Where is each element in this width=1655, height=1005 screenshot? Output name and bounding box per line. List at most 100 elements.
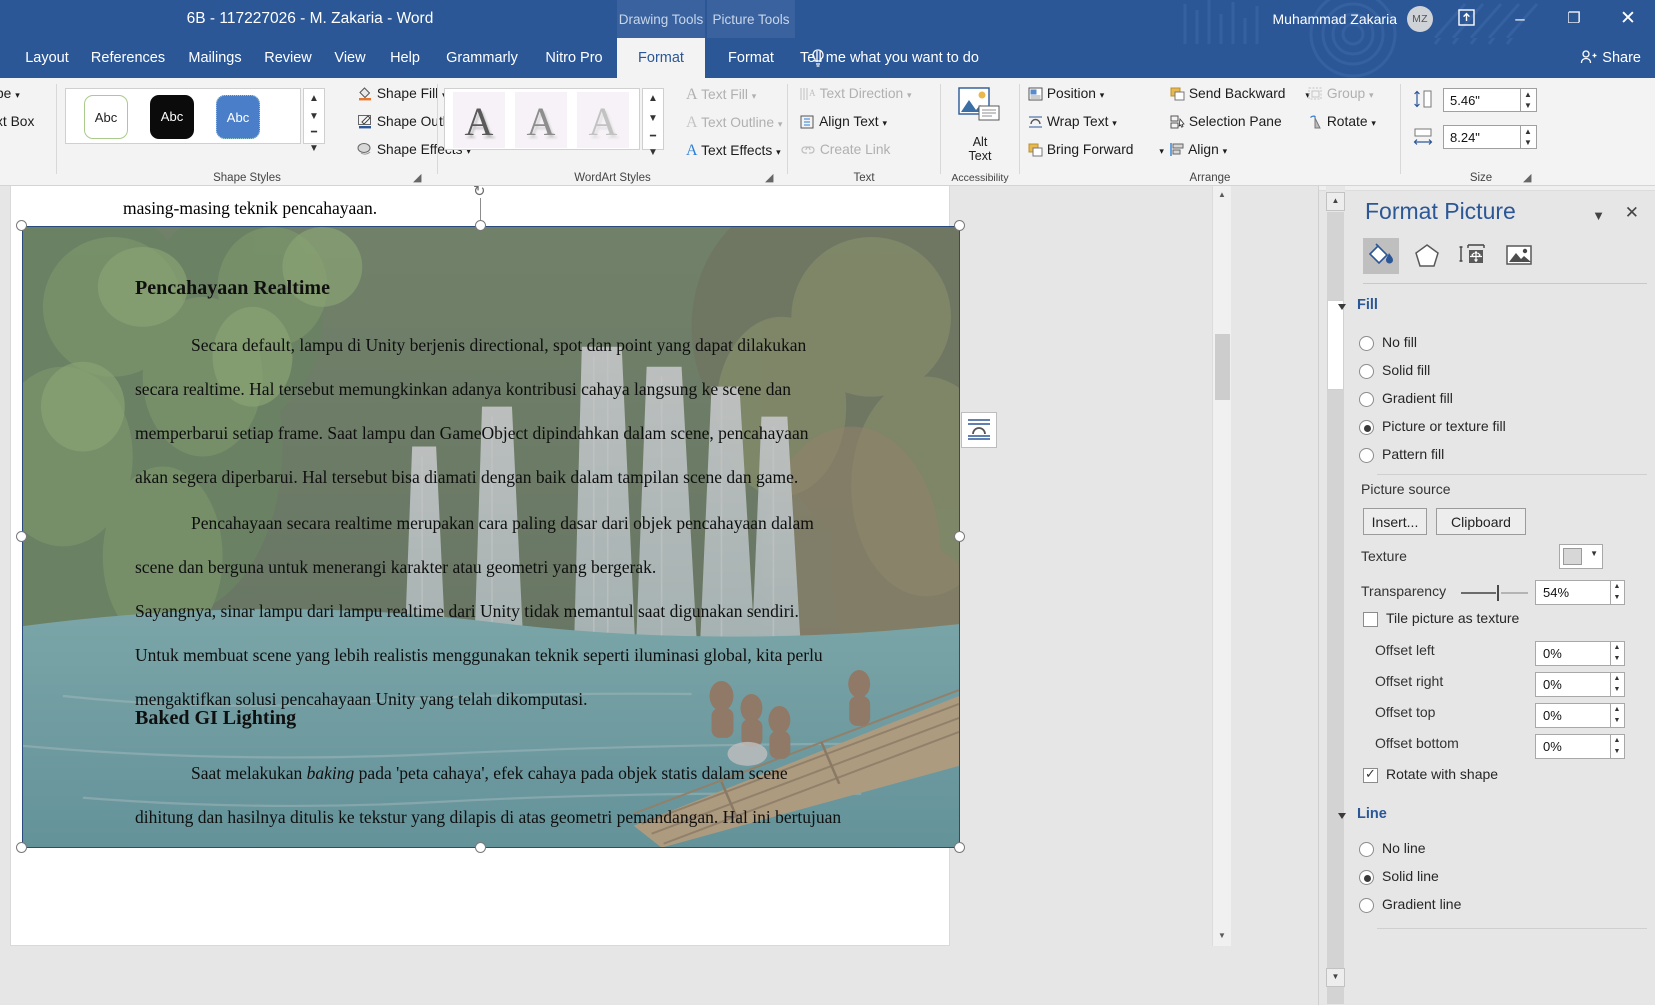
resize-handle-bottom-right[interactable] <box>954 842 965 853</box>
shape-style-tile-2[interactable]: Abc <box>150 95 194 139</box>
wordart-dialog-launcher[interactable]: ◢ <box>765 171 777 183</box>
radio-pattern-fill-control[interactable] <box>1359 448 1374 463</box>
user-name[interactable]: Muhammad Zakaria <box>1273 0 1398 38</box>
wordart-scroll-up-icon[interactable]: ▲ <box>643 89 663 110</box>
wordart-tile-2[interactable]: A <box>515 92 567 148</box>
texture-chevron-down-icon[interactable]: ▼ <box>1590 549 1598 558</box>
pane-tab-effects[interactable] <box>1409 238 1445 274</box>
document-page[interactable]: masing-masing teknik pencahayaan. <box>10 186 950 946</box>
pane-scroll-thumb[interactable] <box>1327 300 1344 390</box>
wordart-styles-gallery[interactable]: A A A <box>444 88 640 150</box>
contextual-tab-picture-tools[interactable]: Picture Tools <box>707 0 795 38</box>
wordart-gallery-scroll[interactable]: ▲ ▼ ━▼ <box>642 88 664 150</box>
scroll-down-button[interactable]: ▼ <box>1213 927 1231 946</box>
tab-format-picture[interactable]: Format <box>707 38 795 78</box>
scroll-up-button[interactable]: ▲ <box>1213 186 1231 205</box>
tab-format-drawing[interactable]: Format <box>617 38 705 78</box>
layout-options-button[interactable] <box>961 412 997 448</box>
offset-left-input[interactable]: 0% <box>1535 641 1611 666</box>
pane-tab-layout-properties[interactable] <box>1455 238 1491 274</box>
offset-bottom-input[interactable]: 0% <box>1535 734 1611 759</box>
transparency-stepper[interactable]: ▲▼ <box>1611 580 1625 605</box>
align-text-button[interactable]: Align Text ▾ <box>800 114 887 129</box>
offset-top-input[interactable]: 0% <box>1535 703 1611 728</box>
wordart-scroll-down-icon[interactable]: ▼ <box>643 109 663 130</box>
position-button[interactable]: Position ▾ <box>1028 86 1104 101</box>
tab-layout[interactable]: Layout <box>14 38 80 78</box>
tab-mailings[interactable]: Mailings <box>176 38 254 78</box>
shape-style-tile-3[interactable]: Abc <box>216 95 260 139</box>
resize-handle-bottom-left[interactable] <box>16 842 27 853</box>
fill-section-toggle-icon[interactable] <box>1338 304 1346 310</box>
clipboard-button[interactable]: Clipboard <box>1436 508 1526 535</box>
shape-styles-gallery[interactable]: Abc Abc Abc <box>65 88 301 144</box>
align-button[interactable]: Align ▾ <box>1170 142 1227 157</box>
tile-picture-checkbox[interactable] <box>1363 612 1378 627</box>
ribbon-display-options-icon[interactable] <box>1443 0 1489 38</box>
radio-no-fill-control[interactable] <box>1359 336 1374 351</box>
selection-pane-button[interactable]: Selection Pane <box>1170 114 1282 129</box>
pane-tab-picture[interactable] <box>1501 238 1537 274</box>
size-dialog-launcher[interactable]: ◢ <box>1523 171 1535 183</box>
tab-references[interactable]: References <box>80 38 176 78</box>
offset-right-stepper[interactable]: ▲▼ <box>1611 672 1625 697</box>
pane-close-button[interactable]: ✕ <box>1625 203 1639 223</box>
tell-me-search[interactable]: Tell me what you want to do <box>800 38 979 78</box>
transparency-input[interactable]: 54% <box>1535 580 1611 605</box>
group-button[interactable]: Group ▾ <box>1308 86 1374 101</box>
shape-styles-dialog-launcher[interactable]: ◢ <box>413 171 425 183</box>
transparency-slider-thumb[interactable] <box>1497 585 1499 601</box>
resize-handle-bottom-center[interactable] <box>475 842 486 853</box>
pane-scroll-down-button[interactable]: ▼ <box>1326 968 1345 987</box>
shape-fill-button[interactable]: Shape Fill ▾ <box>357 86 447 101</box>
alt-text-button[interactable]: Alt Text <box>957 86 1003 163</box>
send-backward-button[interactable]: Send Backward ▾ <box>1170 86 1310 101</box>
contextual-tab-drawing-tools[interactable]: Drawing Tools <box>617 0 705 38</box>
shape-style-tile-1[interactable]: Abc <box>84 95 128 139</box>
wordart-tile-3[interactable]: A <box>577 92 629 148</box>
pane-scroll-up-button[interactable]: ▲ <box>1326 192 1345 211</box>
radio-no-line-control[interactable] <box>1359 842 1374 857</box>
text-direction-button[interactable]: A Text Direction ▾ <box>800 86 912 101</box>
offset-left-stepper[interactable]: ▲▼ <box>1611 641 1625 666</box>
offset-right-input[interactable]: 0% <box>1535 672 1611 697</box>
shape-styles-gallery-scroll[interactable]: ▲ ▼ ━▼ <box>303 88 325 144</box>
resize-handle-top-center[interactable] <box>475 220 486 231</box>
edit-shape-button[interactable]: pe ▾ <box>0 86 20 101</box>
shape-height-input[interactable]: 5.46" <box>1443 88 1521 112</box>
radio-gradient-line-control[interactable] <box>1359 898 1374 913</box>
tab-help[interactable]: Help <box>378 38 432 78</box>
text-fill-button[interactable]: A Text Fill ▾ <box>686 86 756 104</box>
tab-grammarly[interactable]: Grammarly <box>432 38 532 78</box>
radio-gradient-fill-control[interactable] <box>1359 392 1374 407</box>
texture-picker-button[interactable]: ▼ <box>1559 544 1603 569</box>
tab-nitro-pro[interactable]: Nitro Pro <box>532 38 616 78</box>
scroll-thumb[interactable] <box>1215 334 1230 400</box>
pane-collapse-icon[interactable]: ▼ <box>1592 208 1605 223</box>
transparency-slider-right[interactable] <box>1501 592 1528 594</box>
restore-button[interactable]: ❐ <box>1551 0 1597 38</box>
rotate-with-shape-checkbox[interactable] <box>1363 768 1378 783</box>
tab-review[interactable]: Review <box>254 38 322 78</box>
radio-solid-line-control[interactable] <box>1359 870 1374 885</box>
transparency-slider-left[interactable] <box>1461 592 1496 594</box>
text-outline-button[interactable]: A Text Outline ▾ <box>686 114 782 132</box>
document-canvas[interactable]: masing-masing teknik pencahayaan. <box>0 186 1237 1005</box>
avatar[interactable]: MZ <box>1407 6 1433 32</box>
resize-handle-mid-left[interactable] <box>16 531 27 542</box>
bring-forward-button[interactable]: Bring Forward ▾ <box>1028 142 1164 157</box>
tab-view[interactable]: View <box>322 38 378 78</box>
resize-handle-top-right[interactable] <box>954 220 965 231</box>
shape-width-stepper[interactable]: ▲▼ <box>1521 125 1537 149</box>
shape-width-input[interactable]: 8.24" <box>1443 125 1521 149</box>
minimize-button[interactable]: – <box>1497 0 1543 38</box>
create-link-button[interactable]: Create Link <box>800 142 890 157</box>
share-button[interactable]: Share <box>1580 38 1641 78</box>
offset-top-stepper[interactable]: ▲▼ <box>1611 703 1625 728</box>
selected-picture[interactable]: Pencahayaan Realtime Secara default, lam… <box>22 226 960 848</box>
offset-bottom-stepper[interactable]: ▲▼ <box>1611 734 1625 759</box>
pane-tab-fill-and-line[interactable] <box>1363 238 1399 274</box>
document-scrollbar[interactable]: ▲ ▼ <box>1212 186 1231 946</box>
close-button[interactable]: ✕ <box>1605 0 1651 38</box>
draw-text-box-button[interactable]: xt Box <box>0 114 34 129</box>
